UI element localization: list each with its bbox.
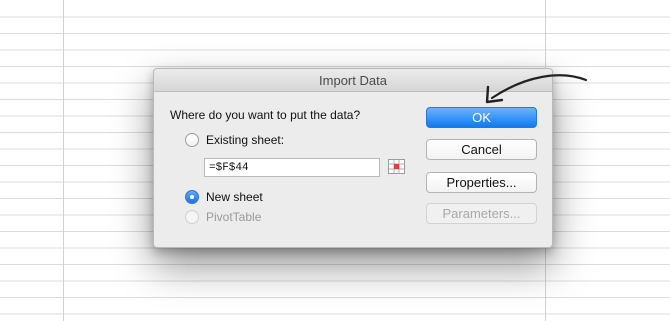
existing-sheet-radio[interactable] (185, 133, 199, 147)
existing-sheet-option[interactable]: Existing sheet: (185, 132, 284, 148)
destination-question: Where do you want to put the data? (170, 108, 361, 122)
range-selector-icon[interactable] (388, 159, 405, 174)
pivot-table-option[interactable]: PivotTable (185, 209, 261, 225)
column-divider (63, 0, 64, 321)
pivot-table-radio[interactable] (185, 210, 199, 224)
ok-button[interactable]: OK (426, 107, 537, 128)
cancel-button[interactable]: Cancel (426, 139, 537, 160)
parameters-button[interactable]: Parameters... (426, 203, 537, 224)
pivot-table-label: PivotTable (206, 210, 262, 224)
new-sheet-radio[interactable] (185, 190, 199, 204)
existing-sheet-label: Existing sheet: (206, 133, 285, 147)
new-sheet-option[interactable]: New sheet (185, 189, 263, 205)
new-sheet-label: New sheet (206, 190, 263, 204)
cell-reference-input[interactable]: =$F$44 (204, 158, 380, 177)
properties-button[interactable]: Properties... (426, 172, 537, 193)
annotation-arrow-icon (485, 74, 588, 104)
